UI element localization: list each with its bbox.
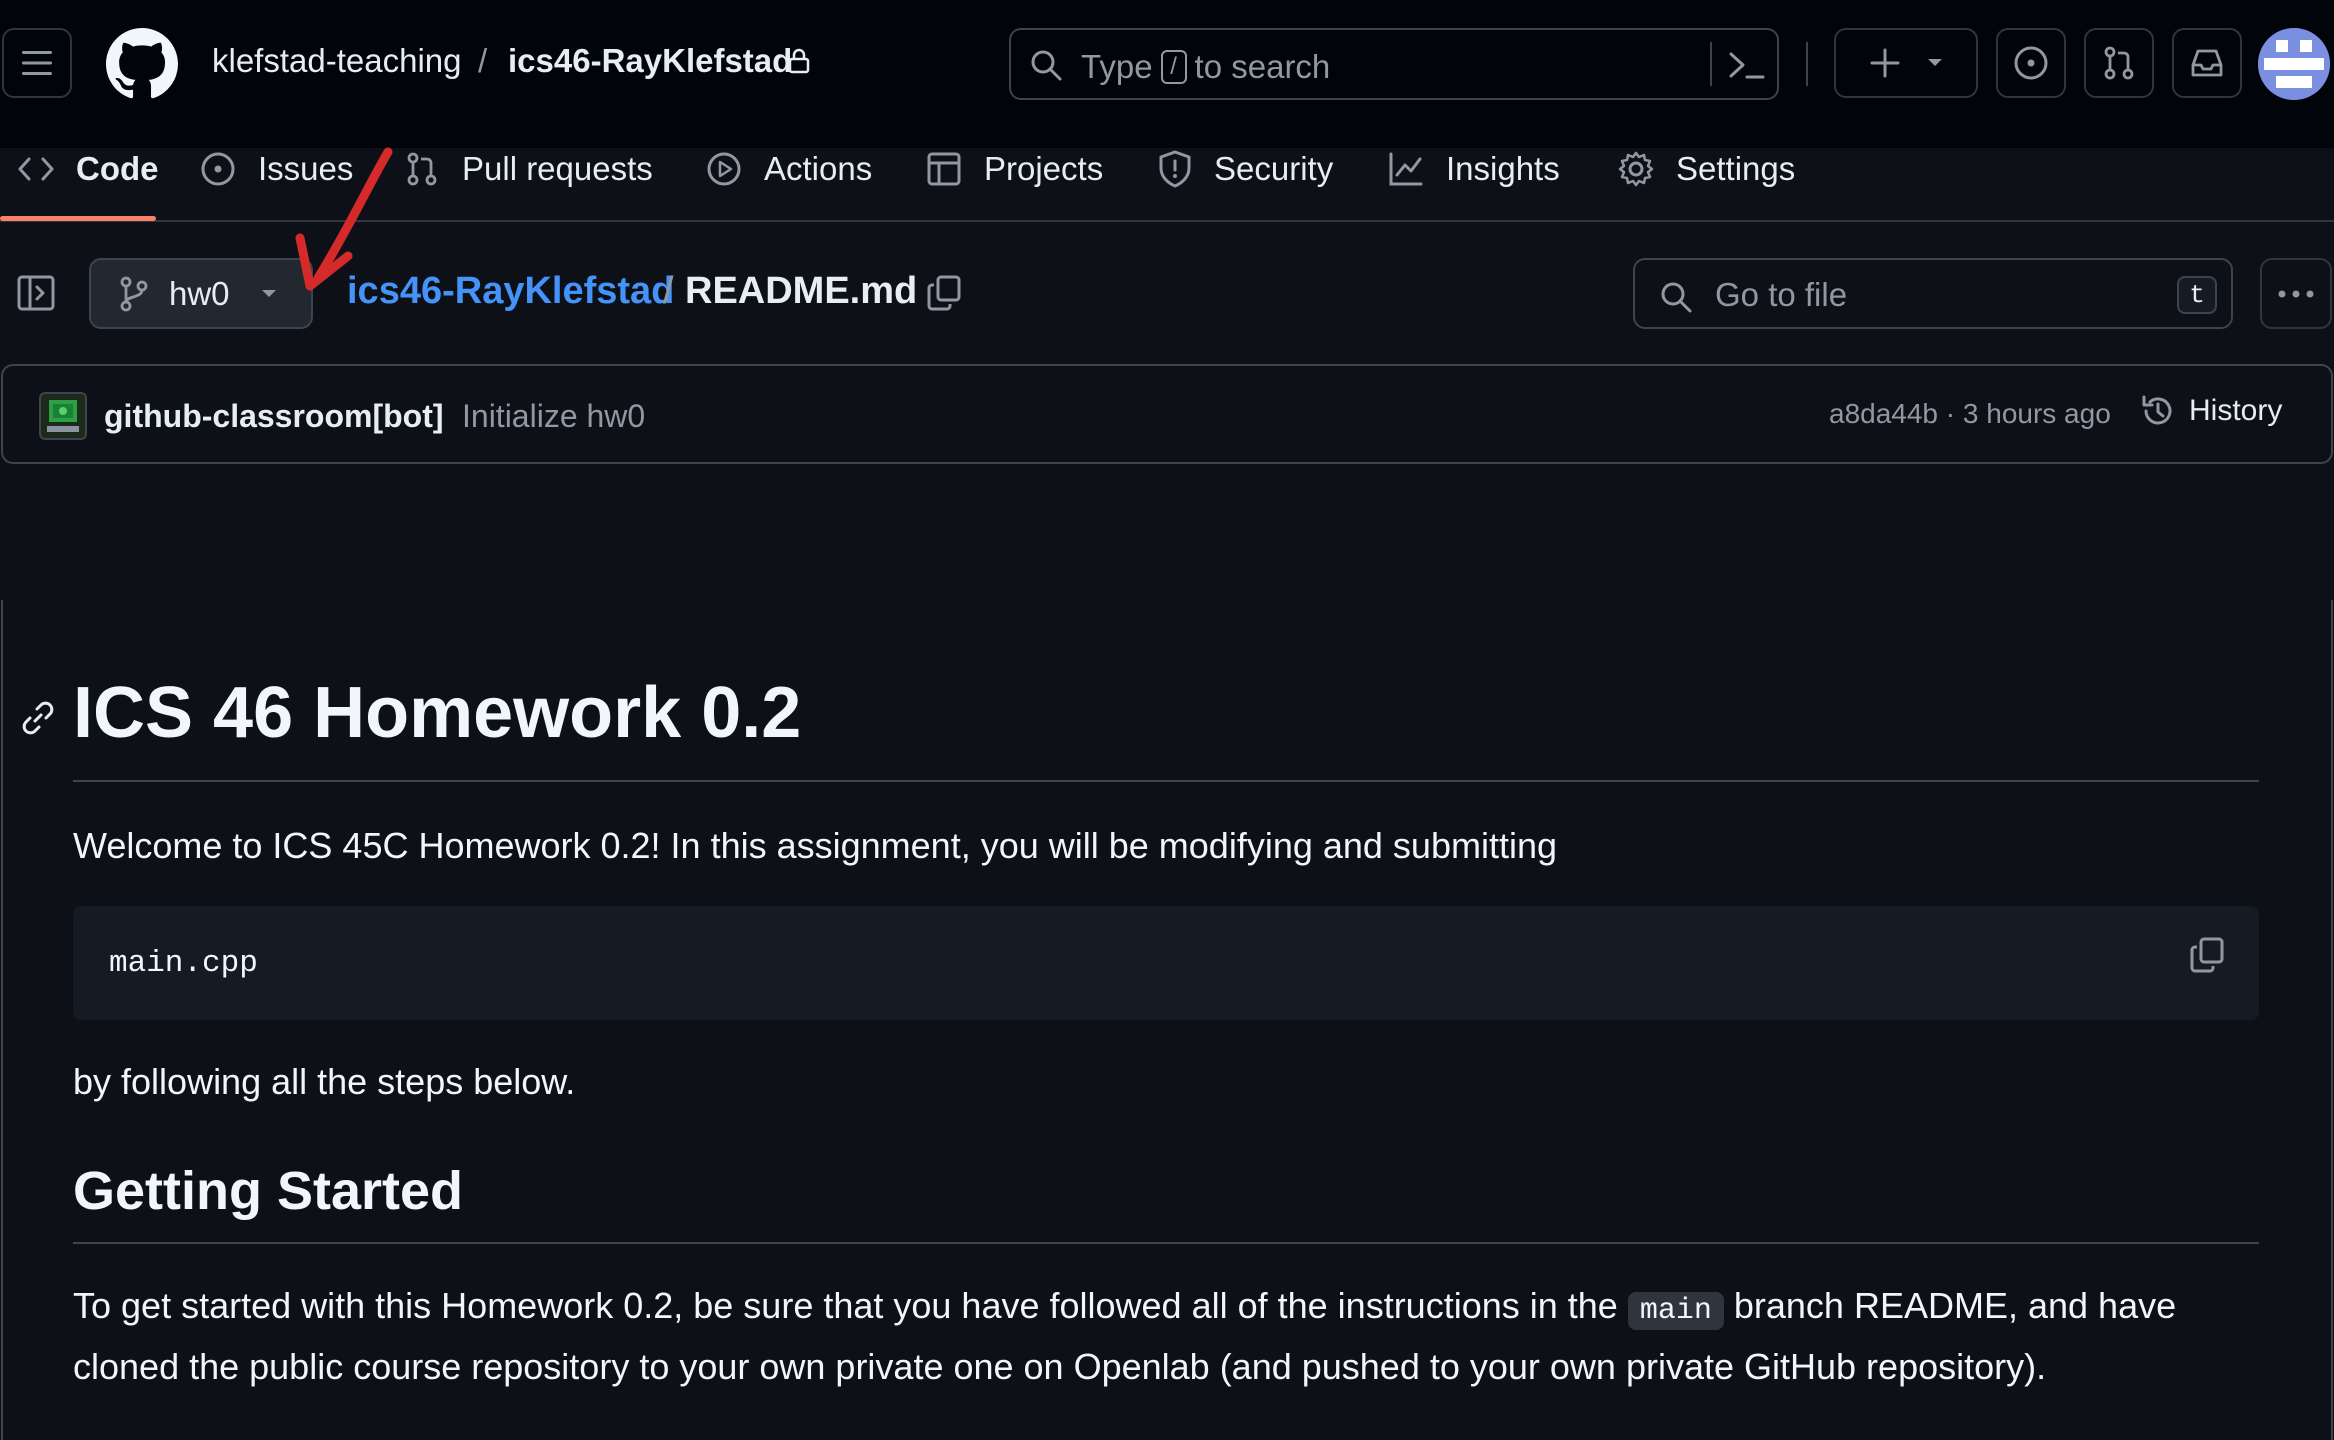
go-to-file-shortcut: t	[2177, 276, 2217, 314]
search-input[interactable]: Type / to search	[1009, 28, 1779, 100]
tab-label: Code	[76, 150, 159, 187]
branch-icon	[120, 276, 148, 311]
code-block: main.cpp	[73, 906, 2259, 1020]
hamburger-icon	[22, 51, 52, 75]
github-logo-icon[interactable]	[106, 28, 178, 100]
issue-icon	[201, 152, 235, 186]
table-icon	[927, 152, 961, 186]
graph-icon	[1389, 152, 1423, 186]
copy-path-icon[interactable]	[926, 274, 962, 312]
inbox-button[interactable]	[2172, 28, 2242, 98]
tab-insights[interactable]: Insights	[1388, 150, 1560, 188]
kebab-horizontal-icon	[2278, 290, 2314, 297]
history-label: History	[2189, 394, 2283, 427]
tab-code[interactable]: Code	[18, 150, 159, 188]
search-icon	[1029, 48, 1063, 82]
go-to-file-input[interactable]: Go to file t	[1633, 258, 2233, 329]
tab-label: Settings	[1676, 150, 1796, 187]
tab-label: Actions	[764, 150, 873, 187]
latest-commit-bar: github-classroom[bot] Initialize hw0 a8d…	[1, 364, 2333, 464]
shield-icon	[1159, 150, 1191, 188]
issues-button[interactable]	[1996, 28, 2066, 98]
play-icon	[707, 152, 741, 186]
annotation-arrow	[288, 146, 398, 296]
tab-security[interactable]: Security	[1158, 150, 1333, 188]
search-icon	[1659, 280, 1693, 314]
copy-icon[interactable]	[2189, 936, 2225, 974]
commit-author[interactable]: github-classroom[bot]	[104, 398, 444, 435]
tab-label: Pull requests	[462, 150, 653, 187]
active-tab-indicator	[0, 216, 156, 221]
tab-actions[interactable]: Actions	[706, 150, 872, 188]
pull-request-icon	[407, 152, 437, 186]
tab-pull-requests[interactable]: Pull requests	[404, 150, 653, 188]
chevron-down-icon	[1928, 59, 1942, 66]
breadcrumb-separator: /	[663, 270, 674, 312]
inline-code: main	[1627, 1292, 1724, 1330]
history-button[interactable]: History	[2139, 392, 2282, 430]
create-new-button[interactable]	[1834, 28, 1978, 98]
section-heading: Getting Started	[73, 1161, 464, 1221]
lock-icon	[788, 48, 810, 74]
search-shortcut-key: /	[1160, 50, 1187, 84]
bot-avatar	[39, 392, 87, 440]
avatar[interactable]	[2258, 28, 2330, 100]
tab-projects[interactable]: Projects	[926, 150, 1103, 188]
code-content: main.cpp	[109, 946, 258, 981]
commit-meta[interactable]: a8da44b · 3 hours ago	[1829, 398, 2111, 430]
owner-link[interactable]: klefstad-teaching	[212, 42, 461, 80]
title-divider	[73, 780, 2259, 782]
issue-icon	[2014, 46, 2048, 80]
readme-getting-started: To get started with this Homework 0.2, b…	[73, 1285, 2177, 1387]
repo-link[interactable]: ics46-RayKlefstad	[508, 42, 792, 80]
commit-message[interactable]: Initialize hw0	[462, 398, 645, 435]
branch-name: hw0	[169, 274, 230, 312]
tab-settings[interactable]: Settings	[1618, 150, 1795, 188]
anchor-link-icon[interactable]	[20, 700, 56, 736]
branch-selector[interactable]: hw0	[89, 258, 313, 329]
readme-after-code: by following all the steps below.	[73, 1061, 576, 1102]
sidebar-toggle-icon[interactable]	[16, 274, 56, 312]
command-palette-icon[interactable]	[1727, 48, 1767, 82]
menu-button[interactable]	[2, 28, 72, 98]
tab-label: Projects	[984, 150, 1104, 187]
readme-title: ICS 46 Homework 0.2	[73, 673, 802, 753]
chevron-down-icon	[261, 289, 276, 297]
readme-intro: Welcome to ICS 45C Homework 0.2! In this…	[73, 825, 1557, 866]
section-divider	[73, 1242, 2259, 1244]
go-to-file-placeholder: Go to file	[1715, 276, 1848, 313]
file-name: README.md	[685, 270, 918, 312]
pull-requests-button[interactable]	[2084, 28, 2154, 98]
breadcrumb-separator: /	[478, 42, 488, 79]
tab-label: Insights	[1446, 150, 1560, 187]
more-options-button[interactable]	[2260, 258, 2332, 329]
plus-icon	[1870, 48, 1900, 78]
gear-icon	[1618, 151, 1654, 187]
pull-request-icon	[2104, 46, 2134, 80]
tab-label: Security	[1214, 150, 1334, 187]
inbox-icon	[2191, 49, 2223, 77]
search-placeholder: Type / to search	[1081, 48, 1331, 85]
code-icon	[18, 157, 54, 181]
history-icon	[2142, 395, 2172, 425]
